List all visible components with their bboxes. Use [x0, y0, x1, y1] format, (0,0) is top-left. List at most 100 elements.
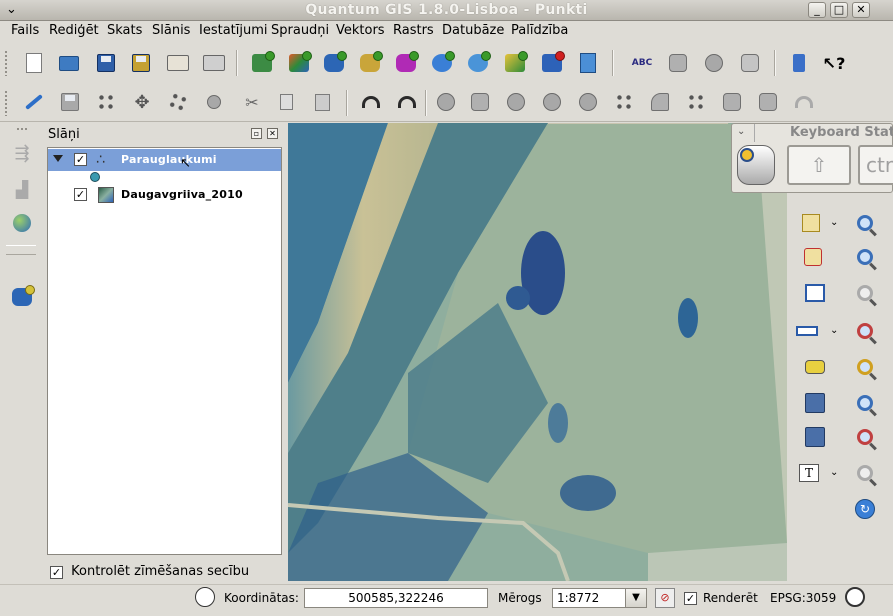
- reshape-icon[interactable]: [610, 88, 638, 116]
- label-icon[interactable]: ABC: [628, 49, 656, 77]
- coordinate-toggle-icon[interactable]: [195, 587, 215, 607]
- offset-curve-icon[interactable]: [646, 88, 674, 116]
- collapse-icon[interactable]: ⌄: [737, 126, 745, 137]
- menu-vektors[interactable]: Vektors: [336, 23, 385, 38]
- new-project-icon[interactable]: [20, 49, 48, 77]
- whats-this-icon[interactable]: ↖?: [820, 49, 848, 77]
- menu-fails[interactable]: Fails: [11, 23, 39, 38]
- expand-arrow-icon[interactable]: [53, 155, 63, 162]
- panel-float-button[interactable]: ▫: [251, 128, 262, 139]
- render-checkbox[interactable]: ✓: [684, 592, 697, 605]
- histogram-icon[interactable]: ▟: [8, 175, 36, 203]
- map-canvas[interactable]: [288, 123, 787, 581]
- layer-row-parauglaukumi[interactable]: ✓ ∴ Parauglaukumi ↖: [48, 149, 281, 171]
- scale-dropdown-arrow-icon[interactable]: ▼: [625, 588, 647, 608]
- globe-icon[interactable]: [8, 209, 36, 237]
- measure-icon[interactable]: [795, 319, 819, 343]
- new-shapefile-icon[interactable]: [574, 49, 602, 77]
- save-project-icon[interactable]: [92, 49, 120, 77]
- add-mssql-icon[interactable]: [392, 49, 420, 77]
- layer-row-daugavgriiva[interactable]: ✓ Daugavgriiva_2010: [48, 184, 281, 206]
- database-icon[interactable]: [8, 283, 36, 311]
- menu-palidziba[interactable]: Palīdzība: [511, 23, 568, 38]
- measure-dropdown-arrow-icon[interactable]: ⌄: [830, 325, 838, 336]
- toolbar-grip[interactable]: [4, 90, 8, 116]
- zoom-to-selection-icon[interactable]: [853, 355, 877, 379]
- save-edits-icon[interactable]: [56, 88, 84, 116]
- zoom-full-icon[interactable]: [853, 319, 877, 343]
- maximize-button[interactable]: □: [830, 2, 848, 18]
- paste-icon[interactable]: [308, 88, 336, 116]
- split-icon[interactable]: [682, 88, 710, 116]
- add-feature-icon[interactable]: [92, 88, 120, 116]
- add-part-icon[interactable]: [502, 88, 530, 116]
- close-button[interactable]: ✕: [852, 2, 870, 18]
- zoom-next-icon[interactable]: [853, 461, 877, 485]
- zoom-out-icon[interactable]: [853, 245, 877, 269]
- simplify-icon[interactable]: [432, 88, 460, 116]
- select-feature-icon[interactable]: [799, 211, 823, 235]
- node-tool-icon[interactable]: [164, 88, 192, 116]
- map-tips-icon[interactable]: [803, 355, 827, 379]
- add-wfs-icon[interactable]: [464, 49, 492, 77]
- menu-rediget[interactable]: Rediģēt: [49, 23, 99, 38]
- edit-pencil-icon[interactable]: [20, 88, 48, 116]
- print-composer-icon[interactable]: [164, 49, 192, 77]
- digitize-icon[interactable]: ⇶: [8, 139, 36, 167]
- rotate-symbol-icon[interactable]: [790, 88, 818, 116]
- toolbar-grip[interactable]: [4, 50, 8, 76]
- redo-icon[interactable]: [393, 88, 421, 116]
- render-order-control[interactable]: ✓ Kontrolēt zīmēšanas secību: [50, 564, 249, 579]
- pan-icon[interactable]: [853, 281, 877, 305]
- crs-label[interactable]: EPSG:3059: [770, 591, 836, 605]
- annotation-dropdown-arrow-icon[interactable]: ⌄: [830, 467, 838, 478]
- new-bookmark-icon[interactable]: [803, 391, 827, 415]
- panel-close-button[interactable]: ✕: [267, 128, 278, 139]
- delete-selected-icon[interactable]: [200, 88, 228, 116]
- add-postgis-icon[interactable]: [320, 49, 348, 77]
- attribute-table-icon[interactable]: [803, 281, 827, 305]
- menu-spraudni[interactable]: Spraudņi: [271, 23, 329, 38]
- scale-combobox[interactable]: 1:8772: [552, 588, 626, 608]
- remove-layer-icon[interactable]: [538, 49, 566, 77]
- plugin-1-icon[interactable]: [664, 49, 692, 77]
- minimize-button[interactable]: _: [808, 2, 826, 18]
- text-annotation-icon[interactable]: T: [797, 461, 821, 485]
- zoom-to-layer-icon[interactable]: [853, 391, 877, 415]
- add-raster-icon[interactable]: [285, 49, 313, 77]
- layer-tree[interactable]: ✓ ∴ Parauglaukumi ↖ ✓ Daugavgriiva_2010: [47, 147, 282, 555]
- crs-globe-icon[interactable]: [845, 587, 865, 607]
- undo-icon[interactable]: [357, 88, 385, 116]
- cut-icon[interactable]: ✂: [238, 88, 266, 116]
- zoom-last-icon[interactable]: [853, 425, 877, 449]
- save-as-icon[interactable]: [127, 49, 155, 77]
- deselect-icon[interactable]: [801, 245, 825, 269]
- copy-icon[interactable]: [272, 88, 300, 116]
- add-spatialite-icon[interactable]: [356, 49, 384, 77]
- select-dropdown-arrow-icon[interactable]: ⌄: [830, 217, 838, 228]
- move-feature-icon[interactable]: ✥: [128, 88, 156, 116]
- show-bookmarks-icon[interactable]: [803, 425, 827, 449]
- delete-ring-icon[interactable]: [538, 88, 566, 116]
- menu-slanis[interactable]: Slānis: [152, 23, 190, 38]
- delete-part-icon[interactable]: [574, 88, 602, 116]
- menu-skats[interactable]: Skats: [107, 23, 142, 38]
- merge-features-icon[interactable]: [718, 88, 746, 116]
- menu-iestatijumi[interactable]: Iestatījumi: [199, 23, 268, 38]
- zoom-in-icon[interactable]: [853, 211, 877, 235]
- add-ring-icon[interactable]: [466, 88, 494, 116]
- render-order-checkbox[interactable]: ✓: [50, 566, 63, 579]
- layer-visibility-checkbox[interactable]: ✓: [74, 153, 87, 166]
- stop-render-icon[interactable]: ⊘: [655, 588, 675, 608]
- menu-rastrs[interactable]: Rastrs: [393, 23, 434, 38]
- add-wcs-icon[interactable]: [501, 49, 529, 77]
- refresh-icon[interactable]: ↻: [853, 497, 877, 521]
- bookmark-icon[interactable]: [785, 49, 813, 77]
- menu-datubaze[interactable]: Datubāze: [442, 23, 504, 38]
- print-icon[interactable]: [200, 49, 228, 77]
- open-project-icon[interactable]: [55, 49, 83, 77]
- merge-attributes-icon[interactable]: [754, 88, 782, 116]
- add-vector-icon[interactable]: [248, 49, 276, 77]
- layer-visibility-checkbox[interactable]: ✓: [74, 188, 87, 201]
- plugin-2-icon[interactable]: [700, 49, 728, 77]
